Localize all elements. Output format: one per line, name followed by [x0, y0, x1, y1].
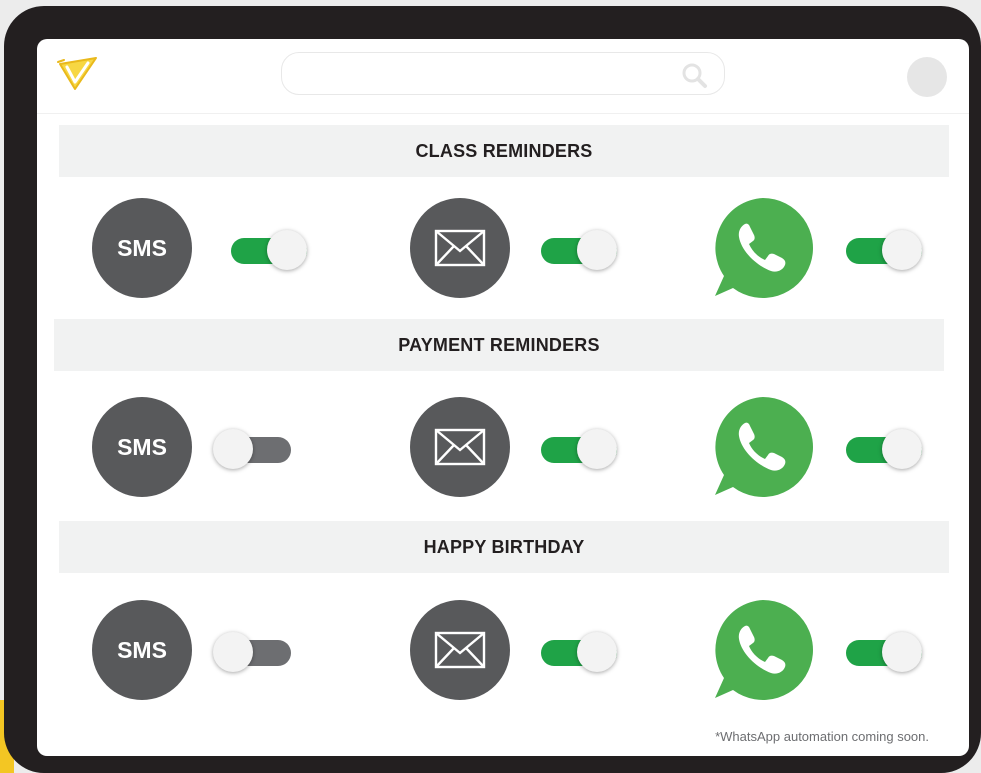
happy-birthday-row: SMS: [37, 600, 969, 702]
whatsapp-icon: [715, 397, 813, 497]
section-header-payment-reminders: PAYMENT REMINDERS: [54, 319, 944, 371]
section-title: HAPPY BIRTHDAY: [423, 536, 585, 557]
search-box[interactable]: [281, 52, 725, 95]
class-reminders-row: SMS: [37, 198, 969, 300]
whatsapp-toggle[interactable]: [846, 429, 926, 469]
logo-icon[interactable]: [55, 51, 101, 97]
envelope-icon: [410, 397, 510, 497]
section-title: CLASS REMINDERS: [415, 140, 593, 161]
sms-channel-icon: SMS: [92, 397, 192, 497]
search-icon[interactable]: [680, 61, 708, 89]
sms-label: SMS: [117, 636, 167, 663]
tablet-frame: CLASS REMINDERS SMS PAYMENT REMINDERS SM…: [4, 6, 981, 773]
search-input[interactable]: [296, 61, 670, 87]
email-toggle[interactable]: [541, 632, 621, 672]
app-screen: CLASS REMINDERS SMS PAYMENT REMINDERS SM…: [37, 39, 969, 756]
avatar[interactable]: [907, 57, 947, 97]
sms-channel-icon: SMS: [92, 600, 192, 700]
whatsapp-toggle[interactable]: [846, 632, 926, 672]
envelope-icon: [410, 600, 510, 700]
sms-toggle[interactable]: [213, 429, 293, 469]
payment-reminders-row: SMS: [37, 397, 969, 499]
sms-channel-icon: SMS: [92, 198, 192, 298]
sms-label: SMS: [117, 234, 167, 261]
email-toggle[interactable]: [541, 230, 621, 270]
email-toggle[interactable]: [541, 429, 621, 469]
whatsapp-icon: [715, 600, 813, 700]
section-header-happy-birthday: HAPPY BIRTHDAY: [59, 521, 949, 573]
section-title: PAYMENT REMINDERS: [398, 334, 600, 355]
sms-toggle[interactable]: [213, 632, 293, 672]
whatsapp-footnote: *WhatsApp automation coming soon.: [715, 729, 929, 744]
sms-label: SMS: [117, 433, 167, 460]
top-bar: [37, 39, 969, 114]
section-header-class-reminders: CLASS REMINDERS: [59, 125, 949, 177]
envelope-icon: [410, 198, 510, 298]
whatsapp-toggle[interactable]: [846, 230, 926, 270]
sms-toggle[interactable]: [231, 230, 311, 270]
whatsapp-icon: [715, 198, 813, 298]
